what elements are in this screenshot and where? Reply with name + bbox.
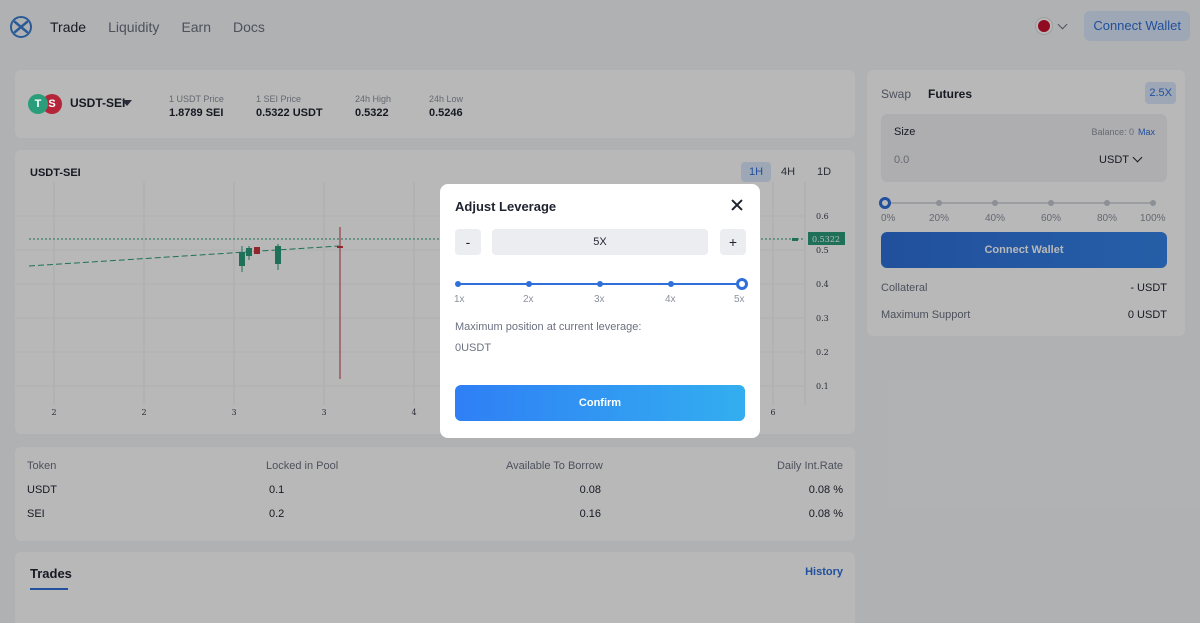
modal-title: Adjust Leverage [455,199,557,214]
adjust-leverage-modal: Adjust Leverage - 5X + 1x 2x 3x 4x 5x Ma… [440,184,760,438]
decrease-leverage-button[interactable]: - [455,229,481,255]
leverage-mark-label: 2x [523,294,534,305]
slider-handle[interactable] [736,278,748,290]
slider-mark[interactable] [455,281,461,287]
leverage-mark-label: 5x [734,294,745,305]
leverage-slider[interactable] [455,278,748,290]
max-position-label: Maximum position at current leverage: [455,321,642,333]
increase-leverage-button[interactable]: + [720,229,746,255]
confirm-button[interactable]: Confirm [455,385,745,421]
slider-mark[interactable] [526,281,532,287]
max-position-value: 0USDT [455,342,492,354]
leverage-mark-label: 1x [454,294,465,305]
leverage-mark-label: 3x [594,294,605,305]
leverage-mark-label: 4x [665,294,676,305]
close-icon[interactable] [730,198,744,212]
slider-mark[interactable] [597,281,603,287]
leverage-input[interactable]: 5X [492,229,708,255]
usdt-token-icon: T [28,94,48,114]
slider-mark[interactable] [668,281,674,287]
